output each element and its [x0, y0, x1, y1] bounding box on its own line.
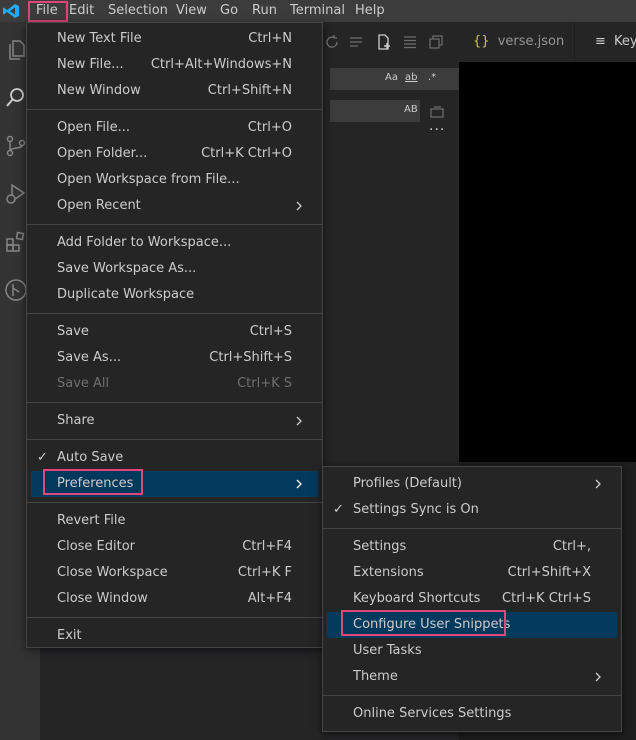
more-actions-icon[interactable]: ···	[429, 122, 445, 138]
menu-separator	[323, 695, 621, 696]
menu-help[interactable]: Help	[348, 0, 392, 22]
menu-item-duplicate-workspace[interactable]: Duplicate Workspace	[27, 282, 322, 308]
extensions-icon[interactable]	[4, 230, 28, 254]
menu-run[interactable]: Run	[245, 0, 284, 22]
menu-separator	[27, 402, 322, 403]
menu-separator	[27, 502, 322, 503]
menu-item-new-file[interactable]: New File... Ctrl+Alt+Windows+N	[27, 52, 322, 78]
menu-item-auto-save[interactable]: ✓ Auto Save	[27, 445, 322, 471]
menu-edit[interactable]: Edit	[62, 0, 101, 22]
checkmark-icon: ✓	[333, 502, 344, 517]
menu-terminal[interactable]: Terminal	[283, 0, 352, 22]
run-debug-icon[interactable]	[4, 182, 28, 206]
menu-go[interactable]: Go	[213, 0, 245, 22]
menu-item-open-file[interactable]: Open File... Ctrl+O	[27, 115, 322, 141]
menu-item-save[interactable]: Save Ctrl+S	[27, 319, 322, 345]
tab-keyboard-shortcuts[interactable]: ≡ Keyb	[595, 22, 636, 62]
use-regex-toggle[interactable]: .*	[428, 72, 436, 83]
json-file-icon: {}	[473, 34, 490, 49]
match-whole-word-toggle[interactable]: ab	[405, 72, 417, 83]
menu-item-revert-file[interactable]: Revert File	[27, 508, 322, 534]
menu-item-online-services-settings[interactable]: Online Services Settings	[323, 701, 621, 727]
menu-item-open-recent[interactable]: Open Recent	[27, 193, 322, 219]
search-input[interactable]: Aa ab .*	[330, 68, 459, 90]
menu-separator	[27, 224, 322, 225]
menu-item-save-workspace-as[interactable]: Save Workspace As...	[27, 256, 322, 282]
editor-area	[459, 62, 636, 462]
replace-all-icon[interactable]	[429, 104, 445, 120]
chevron-right-icon	[595, 672, 601, 682]
replace-input[interactable]: AB	[330, 100, 420, 122]
source-control-icon[interactable]	[4, 134, 28, 158]
menu-item-keyboard-shortcuts[interactable]: Keyboard Shortcuts Ctrl+K Ctrl+S	[323, 586, 621, 612]
tab-label: verse.json	[497, 34, 565, 49]
chevron-right-icon	[296, 479, 302, 489]
menu-separator	[27, 439, 322, 440]
menu-file[interactable]: File	[29, 0, 65, 22]
chevron-right-icon	[296, 416, 302, 426]
git-graph-icon[interactable]	[4, 278, 28, 302]
menu-separator	[27, 617, 322, 618]
menu-item-settings[interactable]: Settings Ctrl+,	[323, 534, 621, 560]
chevron-right-icon	[595, 479, 601, 489]
menu-item-settings-sync[interactable]: ✓ Settings Sync is On	[323, 497, 621, 523]
menu-item-extensions[interactable]: Extensions Ctrl+Shift+X	[323, 560, 621, 586]
new-search-editor-icon[interactable]	[376, 34, 392, 50]
menu-item-open-folder[interactable]: Open Folder... Ctrl+K Ctrl+O	[27, 141, 322, 167]
menu-item-open-workspace[interactable]: Open Workspace from File...	[27, 167, 322, 193]
menu-item-new-window[interactable]: New Window Ctrl+Shift+N	[27, 78, 322, 104]
menu-item-save-all: Save All Ctrl+K S	[57, 376, 292, 391]
menu-item-close-window[interactable]: Close Window Alt+F4	[27, 586, 322, 612]
menu-item-user-tasks[interactable]: User Tasks	[323, 638, 621, 664]
tab-divider	[574, 22, 575, 62]
checkmark-icon: ✓	[37, 450, 48, 465]
preferences-submenu: Profiles (Default) ✓ Settings Sync is On…	[322, 466, 622, 732]
editor-tab-strip: {} verse.json ≡ Keyb	[459, 22, 636, 62]
explorer-icon[interactable]	[4, 38, 28, 62]
collapse-all-icon[interactable]	[428, 34, 444, 50]
menu-separator	[323, 528, 621, 529]
menu-item-preferences[interactable]: Preferences	[31, 471, 318, 497]
menu-item-save-as[interactable]: Save As... Ctrl+Shift+S	[27, 345, 322, 371]
menu-view[interactable]: View	[169, 0, 214, 22]
menu-item-configure-user-snippets[interactable]: Configure User Snippets	[327, 612, 617, 638]
tab-verse-json[interactable]: {} verse.json	[473, 22, 564, 62]
search-icon[interactable]	[4, 86, 28, 110]
menu-separator	[27, 313, 322, 314]
chevron-right-icon	[296, 201, 302, 211]
tab-label: Keyb	[614, 34, 636, 49]
menu-item-share[interactable]: Share	[27, 408, 322, 434]
menu-bar: File Edit Selection View Go Run Terminal…	[0, 0, 636, 22]
menu-item-close-workspace[interactable]: Close Workspace Ctrl+K F	[27, 560, 322, 586]
file-menu: New Text File Ctrl+N New File... Ctrl+Alt+…	[26, 22, 323, 648]
vscode-logo-icon	[3, 4, 19, 18]
menu-selection[interactable]: Selection	[101, 0, 175, 22]
menu-item-exit[interactable]: Exit	[27, 623, 322, 649]
menu-item-close-editor[interactable]: Close Editor Ctrl+F4	[27, 534, 322, 560]
menu-item-profiles[interactable]: Profiles (Default)	[323, 471, 621, 497]
menu-item-new-text-file[interactable]: New Text File Ctrl+N	[27, 26, 322, 52]
match-case-toggle[interactable]: Aa	[385, 72, 398, 83]
clear-results-icon[interactable]	[348, 34, 364, 50]
view-as-tree-icon[interactable]	[402, 34, 418, 50]
refresh-icon[interactable]	[324, 34, 340, 50]
menu-item-add-folder[interactable]: Add Folder to Workspace...	[27, 230, 322, 256]
preserve-case-toggle[interactable]: AB	[404, 104, 418, 115]
menu-separator	[27, 109, 322, 110]
menu-item-theme[interactable]: Theme	[323, 664, 621, 690]
keyboard-icon: ≡	[595, 34, 606, 49]
